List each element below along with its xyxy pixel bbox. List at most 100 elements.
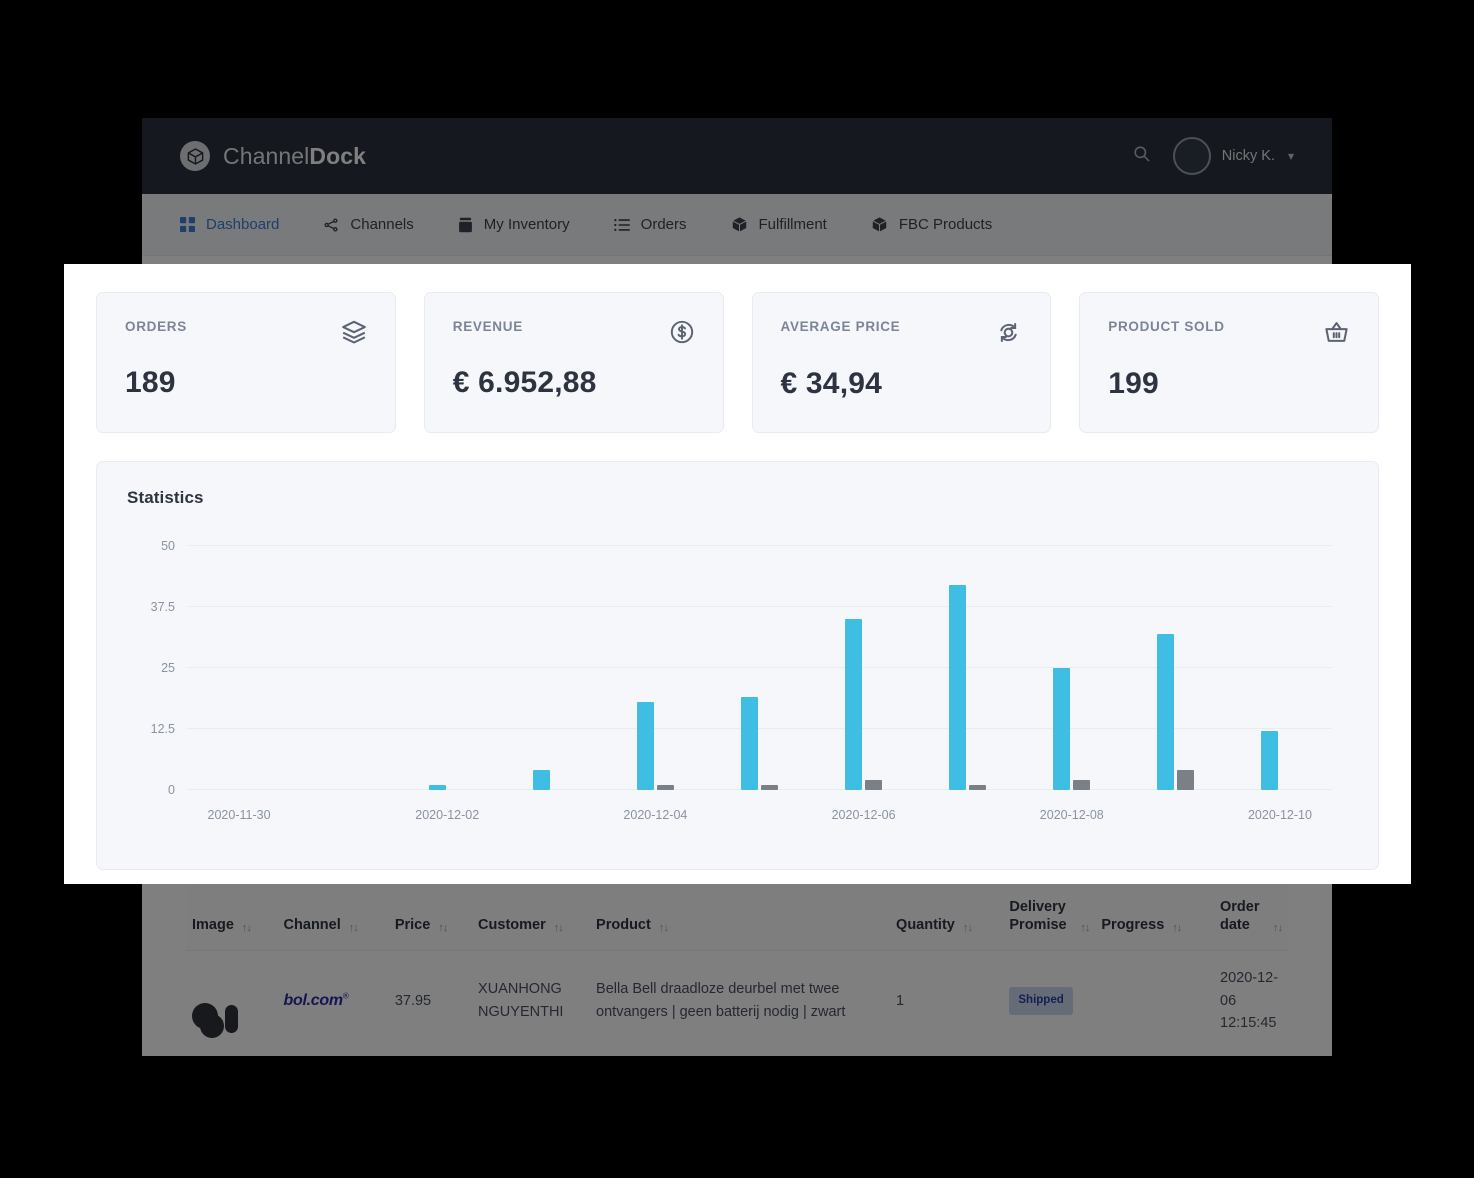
bar[interactable] <box>1261 731 1279 790</box>
bar-group[interactable] <box>499 546 603 790</box>
bar[interactable] <box>1177 770 1195 790</box>
search-icon[interactable] <box>1132 144 1151 168</box>
stat-card-revenue[interactable]: REVENUE € 6.952,88 <box>423 292 724 433</box>
share-icon <box>323 217 339 233</box>
chart-area: 0 12.5 25 37.5 50 2020-11-30 2020-12-02 2020-12… <box>127 538 1348 838</box>
cell-quantity: 1 <box>890 950 1004 1051</box>
stat-card-product-sold[interactable]: PRODUCT SOLD 199 <box>1079 292 1379 433</box>
sort-icon[interactable]: ↑↓ <box>963 922 973 934</box>
bar[interactable] <box>845 619 863 790</box>
bar-group[interactable] <box>707 546 811 790</box>
col-product[interactable]: Product ↑↓ <box>590 882 891 951</box>
col-progress[interactable]: Progress ↑↓ <box>1095 882 1214 951</box>
cell-channel: bol.com® <box>277 950 389 1051</box>
col-order-date[interactable]: Order date ↑↓ <box>1214 882 1288 951</box>
stat-value: 189 <box>125 366 176 399</box>
x-axis-tick-label: 2020-12-08 <box>1039 808 1104 822</box>
brand-prefix: Channel <box>223 142 310 169</box>
bar[interactable] <box>865 780 883 790</box>
bar[interactable] <box>1053 668 1071 790</box>
nav-label: Channels <box>350 216 414 233</box>
stat-card-orders[interactable]: ORDERS 189 <box>96 292 396 433</box>
nav-item-fulfillment[interactable]: Fulfillment <box>731 216 849 233</box>
orders-table-body: bol.com® 37.95 XUANHONG NGUYENTHI Bella … <box>186 950 1288 1051</box>
sort-icon[interactable]: ↑↓ <box>438 922 448 934</box>
bar-group[interactable] <box>603 546 707 790</box>
chevron-down-icon: ▾ <box>1287 149 1294 163</box>
app-topbar: ChannelDock Nicky K. ▾ <box>142 118 1332 194</box>
bar-group[interactable] <box>395 546 499 790</box>
sort-icon[interactable]: ↑↓ <box>554 922 564 934</box>
x-axis-tick-label: 2020-12-06 <box>831 808 896 822</box>
bar-chart-plot[interactable]: 0 12.5 25 37.5 50 2020-11-30 2020-12-02 2020-12… <box>151 539 1332 822</box>
bar[interactable] <box>969 785 987 790</box>
cell-price: 37.95 <box>388 950 473 1051</box>
cell-progress <box>1095 950 1214 1051</box>
col-quantity[interactable]: Quantity ↑↓ <box>890 882 1004 951</box>
stat-label: ORDERS <box>125 319 187 334</box>
user-menu[interactable]: Nicky K. ▾ <box>1172 137 1294 175</box>
nav-item-dashboard[interactable]: Dashboard <box>180 216 301 233</box>
layers-icon <box>341 319 367 350</box>
col-customer[interactable]: Customer ↑↓ <box>472 882 591 951</box>
stat-label: AVERAGE PRICE <box>780 319 901 334</box>
bar[interactable] <box>656 785 674 790</box>
x-axis-tick-label: 2020-11-30 <box>207 808 271 822</box>
col-delivery-promise[interactable]: Delivery Promise ↑↓ <box>1003 882 1096 951</box>
nav-item-fbc-products[interactable]: FBC Products <box>871 216 1014 233</box>
bar-group[interactable] <box>916 546 1020 790</box>
sort-icon[interactable]: ↑↓ <box>659 922 669 934</box>
brand-suffix: Dock <box>309 142 367 169</box>
y-axis-tick-label: 12.5 <box>150 722 175 736</box>
bar[interactable] <box>636 702 654 790</box>
list-icon <box>613 218 630 232</box>
bar[interactable] <box>428 785 446 790</box>
nav-label: Fulfillment <box>758 216 827 233</box>
stat-value: € 34,94 <box>780 367 882 400</box>
grid-icon <box>180 217 195 232</box>
sort-icon[interactable]: ↑↓ <box>1273 922 1283 934</box>
brand-name: ChannelDock <box>223 143 366 170</box>
nav-label: Dashboard <box>206 216 280 233</box>
brand[interactable]: ChannelDock <box>180 141 366 171</box>
screenshot-stage: ChannelDock Nicky K. ▾ Dashboard Channel… <box>0 0 1474 1178</box>
nav-item-channels[interactable]: Channels <box>323 216 435 233</box>
bar[interactable] <box>740 697 758 790</box>
main-nav: Dashboard Channels My Inventory Orders F… <box>142 194 1332 256</box>
bar[interactable] <box>532 770 550 790</box>
sort-icon[interactable]: ↑↓ <box>1172 922 1182 934</box>
bar-group[interactable] <box>1124 546 1228 790</box>
bolcom-logo: bol.com® <box>283 991 349 1009</box>
y-axis-tick-label: 0 <box>168 783 175 797</box>
nav-item-my-inventory[interactable]: My Inventory <box>458 216 592 233</box>
bar[interactable] <box>1157 633 1175 790</box>
nav-item-orders[interactable]: Orders <box>613 216 709 233</box>
nav-label: Orders <box>640 216 687 233</box>
table-row[interactable]: bol.com® 37.95 XUANHONG NGUYENTHI Bella … <box>186 950 1288 1051</box>
bar-group[interactable] <box>812 546 916 790</box>
bar[interactable] <box>949 585 967 790</box>
stats-row: ORDERS 189 REVENUE € 6.952,88 AVERAGE PR… <box>96 292 1379 433</box>
bar-group[interactable] <box>187 546 291 790</box>
y-axis-tick-label: 50 <box>161 539 175 553</box>
col-image[interactable]: Image ↑↓ <box>186 882 278 951</box>
user-name: Nicky K. <box>1221 148 1275 164</box>
cell-order-date: 2020-12-06 12:15:45 <box>1214 950 1288 1051</box>
col-channel[interactable]: Channel ↑↓ <box>277 882 389 951</box>
bar-group[interactable] <box>291 546 395 790</box>
bar[interactable] <box>760 785 778 790</box>
bar[interactable] <box>1073 780 1091 790</box>
status-badge: Shipped <box>1009 987 1073 1015</box>
bar-group[interactable] <box>1228 546 1332 790</box>
refresh-circle-icon <box>995 319 1022 351</box>
sort-icon[interactable]: ↑↓ <box>242 922 252 934</box>
sort-icon[interactable]: ↑↓ <box>349 922 359 934</box>
sort-icon[interactable]: ↑↓ <box>1080 922 1090 934</box>
orders-table-section: Image ↑↓ Channel ↑↓ Price ↑↓ Customer ↑↓ Pro… <box>142 882 1332 1051</box>
bar-group[interactable] <box>1020 546 1124 790</box>
stat-card-average-price[interactable]: AVERAGE PRICE € 34,94 <box>751 292 1052 433</box>
nav-label: FBC Products <box>898 216 993 233</box>
topbar-right: Nicky K. ▾ <box>1132 137 1294 175</box>
col-price[interactable]: Price ↑↓ <box>388 882 473 951</box>
cube-icon <box>180 141 210 171</box>
